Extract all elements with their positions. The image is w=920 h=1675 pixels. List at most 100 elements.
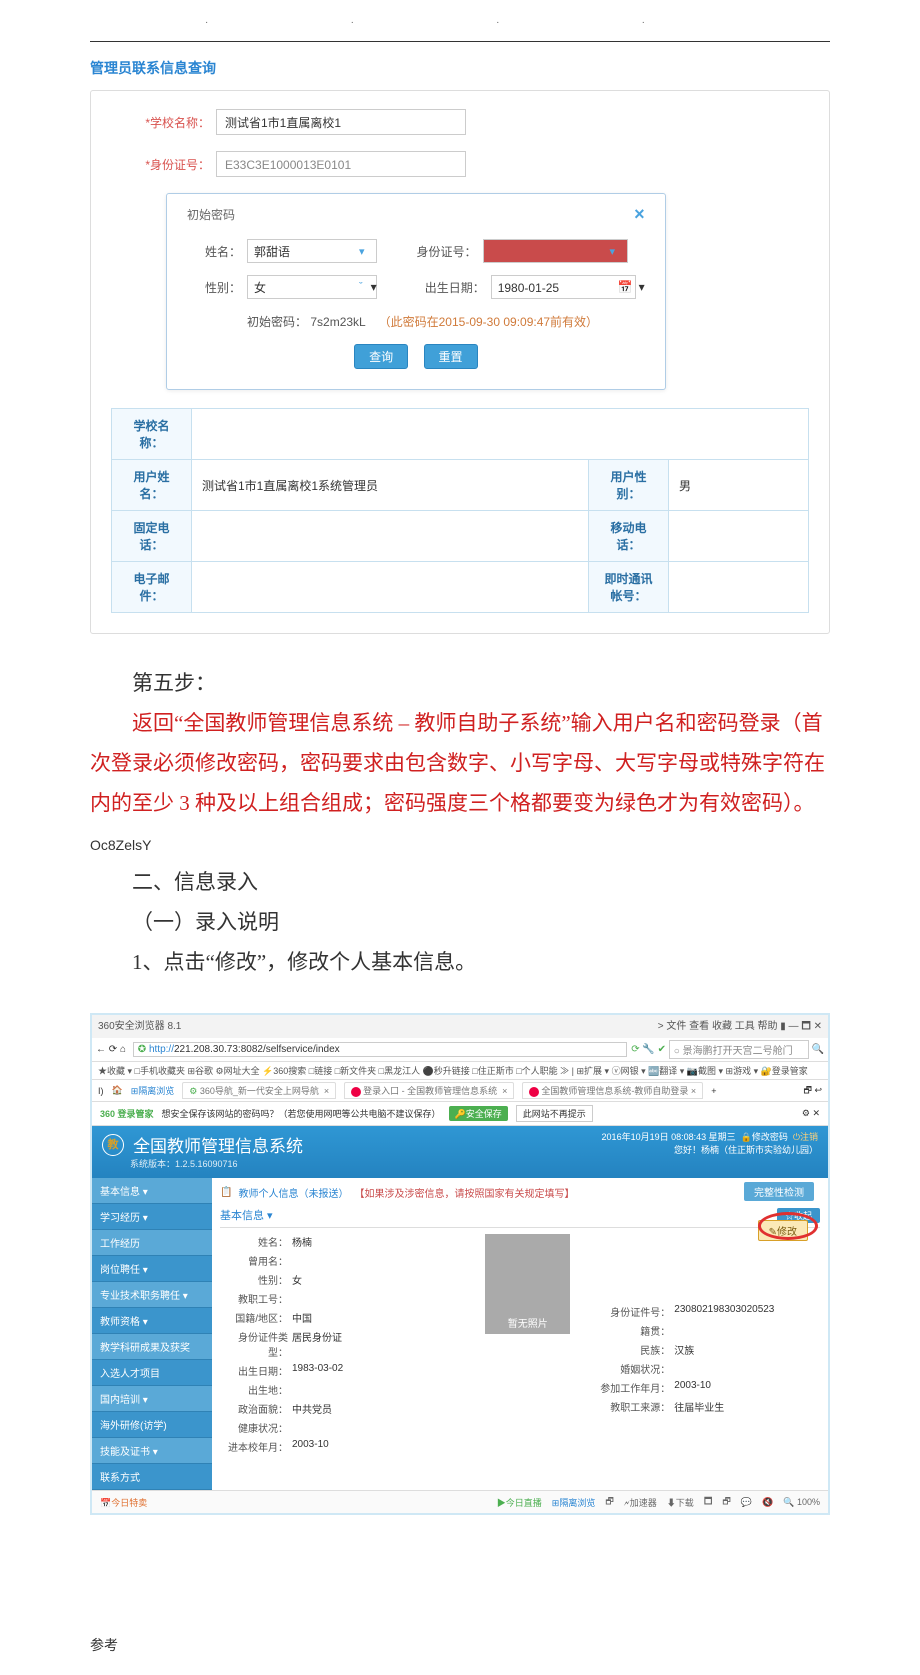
today-live[interactable]: ▶今日直播: [497, 1496, 542, 1509]
res-school-value: [192, 409, 809, 460]
initial-password-line: 初始密码： 7s2m23kL （此密码在2015-09-30 09:09:47前…: [187, 305, 645, 344]
close-icon[interactable]: ×: [634, 204, 645, 225]
accelerator[interactable]: 🗲加速器: [624, 1496, 657, 1509]
m-id-input[interactable]: [483, 239, 628, 263]
step-5-paragraph: 返回“全国教师管理信息系统 – 教师自助子系统”输入用户名和密码登录（首次登录必…: [90, 704, 830, 864]
sidebar-item[interactable]: 教师资格 ▾: [92, 1308, 212, 1334]
search-icon[interactable]: 🔍: [809, 1044, 824, 1055]
doc-icon: 📋: [220, 1187, 232, 1198]
res-gender-value: 男: [669, 460, 809, 511]
tab-login[interactable]: 登录入口 - 全国教师管理信息系统 ×: [344, 1082, 514, 1099]
change-password-link[interactable]: 🔒修改密码: [741, 1132, 788, 1142]
sidebar-item[interactable]: 入选人才项目: [92, 1360, 212, 1386]
school-label: *学校名称：: [111, 114, 216, 131]
sidebar-item[interactable]: 海外研修(访学): [92, 1412, 212, 1438]
app-logo-icon: 教: [102, 1134, 124, 1156]
password-expiry-note: （此密码在2015-09-30 09:09:47前有效）: [379, 315, 598, 329]
school-input[interactable]: 测试省1市1直属离校1: [216, 109, 466, 135]
edit-button[interactable]: ✎修改: [758, 1220, 808, 1241]
m-name-input[interactable]: 郭甜语: [247, 239, 377, 263]
info-left-col: 姓名：杨楠 曾用名： 性别：女 教职工号： 国籍/地区：中国 身份证件类型：居民…: [220, 1232, 475, 1456]
welcome-text: 您好！杨楠（住正斯市实验幼儿园）: [602, 1143, 818, 1156]
id-input[interactable]: E33C3E1000013E0101: [216, 151, 466, 177]
result-table: 学校名称： 用户姓名： 测试省1市1直属离校1系统管理员 用户性别： 男 固定电…: [111, 408, 809, 613]
download[interactable]: ⬇下载: [667, 1496, 694, 1509]
page-footer: 参考: [90, 1635, 830, 1655]
bookmark-bar[interactable]: ★收藏 ▾ □手机收藏夹 ⊞谷歌 ⚙网址大全 ⚡360搜索 □链接 □新文件夹 …: [92, 1062, 828, 1080]
search-input[interactable]: ○ 景海鹏打开天宫二号舱门: [669, 1040, 809, 1059]
isolate-browse[interactable]: ⊞隔离浏览: [131, 1084, 175, 1097]
browser-window-controls[interactable]: > 文件 查看 收藏 工具 帮助 ▮ — 🗖 ✕: [658, 1017, 822, 1036]
logout-link[interactable]: ⏻注销: [793, 1132, 818, 1142]
section-2-heading: 二、信息录入: [90, 863, 830, 903]
reset-button[interactable]: 重置: [424, 344, 478, 369]
m-gender-label: 性别：: [187, 279, 247, 296]
zoom-level[interactable]: 🔍 100%: [783, 1497, 820, 1508]
address-bar[interactable]: ✪ http://221.208.30.73:8082/selfservice/…: [133, 1042, 627, 1057]
calendar-icon[interactable]: 📅: [618, 280, 633, 294]
res-school-label: 学校名称：: [112, 409, 192, 460]
restore-icon[interactable]: 🗗: [722, 1494, 730, 1510]
chevron-down-icon[interactable]: ˇ: [359, 281, 363, 293]
chat-icon[interactable]: 💬: [741, 1497, 752, 1508]
id-label: *身份证号：: [111, 156, 216, 173]
step-5-heading: 第五步：: [90, 664, 830, 704]
pw-manager-brand: 360 登录管家: [100, 1107, 154, 1120]
today-sale[interactable]: 📅今日特卖: [100, 1496, 147, 1509]
photo-placeholder: 暂无照片: [485, 1234, 570, 1334]
query-title: 管理员联系信息查询: [90, 52, 830, 90]
pop-icon[interactable]: 🗗: [605, 1494, 613, 1510]
m-birth-input[interactable]: 1980-01-25: [491, 275, 636, 299]
history-icon[interactable]: I): [98, 1086, 104, 1096]
m-gender-select[interactable]: 女: [247, 275, 377, 299]
initial-password-modal: 初始密码 × 姓名： 郭甜语 ▾ 身份证号： ▾ 性别： 女 ˇ ▾: [166, 193, 666, 390]
pw-manager-text: 想安全保存该网站的密码吗？（若您使用网吧等公共电脑不建议保存）: [162, 1107, 441, 1120]
res-user-label: 用户姓名：: [112, 460, 192, 511]
res-mobile-label: 移动电话：: [589, 511, 669, 562]
mute-icon[interactable]: 🔇: [762, 1497, 773, 1508]
new-tab-button[interactable]: +: [711, 1086, 716, 1096]
sidebar-item[interactable]: 学习经历 ▾: [92, 1204, 212, 1230]
restore-icon[interactable]: 🏠: [112, 1085, 123, 1096]
infobar-tools[interactable]: ⚙ ✕: [802, 1108, 820, 1119]
pip-icon[interactable]: 🗖: [704, 1494, 713, 1510]
section-2-1-heading: （一）录入说明: [90, 903, 830, 943]
modal-title: 初始密码: [187, 206, 235, 223]
top-border: [90, 41, 830, 42]
sidebar-item[interactable]: 岗位聘任 ▾: [92, 1256, 212, 1282]
tab-tools[interactable]: 🗗 ↩: [804, 1083, 823, 1099]
back-icon[interactable]: ←: [96, 1044, 106, 1055]
isolate-browse-status[interactable]: ⊞隔离浏览: [552, 1496, 596, 1509]
tab-nav[interactable]: ⚙ 360导航_新一代安全上网导航 ×: [182, 1082, 336, 1099]
save-password-button[interactable]: 🔑安全保存: [449, 1106, 508, 1121]
integrity-check-button[interactable]: 完整性检测: [744, 1182, 814, 1201]
res-im-label: 即时通讯帐号：: [589, 562, 669, 613]
reload-icon[interactable]: ⟳: [109, 1044, 117, 1055]
home-icon[interactable]: ⌂: [120, 1044, 126, 1055]
sidebar-item[interactable]: 专业技术职务聘任 ▾: [92, 1282, 212, 1308]
no-prompt-button[interactable]: 此网站不再提示: [516, 1105, 593, 1122]
section-2-1-p1: 1、点击“修改”，修改个人基本信息。: [90, 943, 830, 983]
crumb-status: 教师个人信息（未报送）: [238, 1185, 348, 1200]
query-button[interactable]: 查询: [354, 344, 408, 369]
breadcrumb: 📋 教师个人信息（未报送） 【如果涉及涉密信息，请按照国家有关规定填写】: [220, 1182, 820, 1203]
sidebar-item[interactable]: 联系方式: [92, 1464, 212, 1490]
initial-password-value: 7s2m23kL: [310, 315, 365, 329]
res-tel-label: 固定电话：: [112, 511, 192, 562]
section-title: 基本信息 ▾: [220, 1207, 273, 1223]
page-dots: . . . .: [0, 0, 920, 41]
dropdown-icon[interactable]: ▾: [610, 245, 616, 258]
sidebar-item[interactable]: 技能及证书 ▾: [92, 1438, 212, 1464]
app-datetime: 2016年10月19日 08:08:43 星期三: [602, 1132, 736, 1142]
tab-selfservice[interactable]: 全国教师管理信息系统-教师自助登录 ×: [522, 1082, 703, 1099]
crumb-warning: 【如果涉及涉密信息，请按照国家有关规定填写】: [354, 1185, 574, 1200]
sidebar-item[interactable]: 工作经历: [92, 1230, 212, 1256]
app-title: 全国教师管理信息系统: [133, 1137, 303, 1156]
info-right-col: 身份证件号：230802198303020523 籍贯： 民族：汉族 婚姻状况：…: [590, 1232, 820, 1456]
browser-product: 360安全浏览器 8.1: [98, 1017, 181, 1036]
sidebar-item[interactable]: 教学科研成果及获奖: [92, 1334, 212, 1360]
dropdown-icon[interactable]: ▾: [359, 245, 365, 258]
sidebar-item[interactable]: 基本信息 ▾: [92, 1178, 212, 1204]
photo-column: 暂无照片: [485, 1232, 580, 1456]
sidebar-item[interactable]: 国内培训 ▾: [92, 1386, 212, 1412]
